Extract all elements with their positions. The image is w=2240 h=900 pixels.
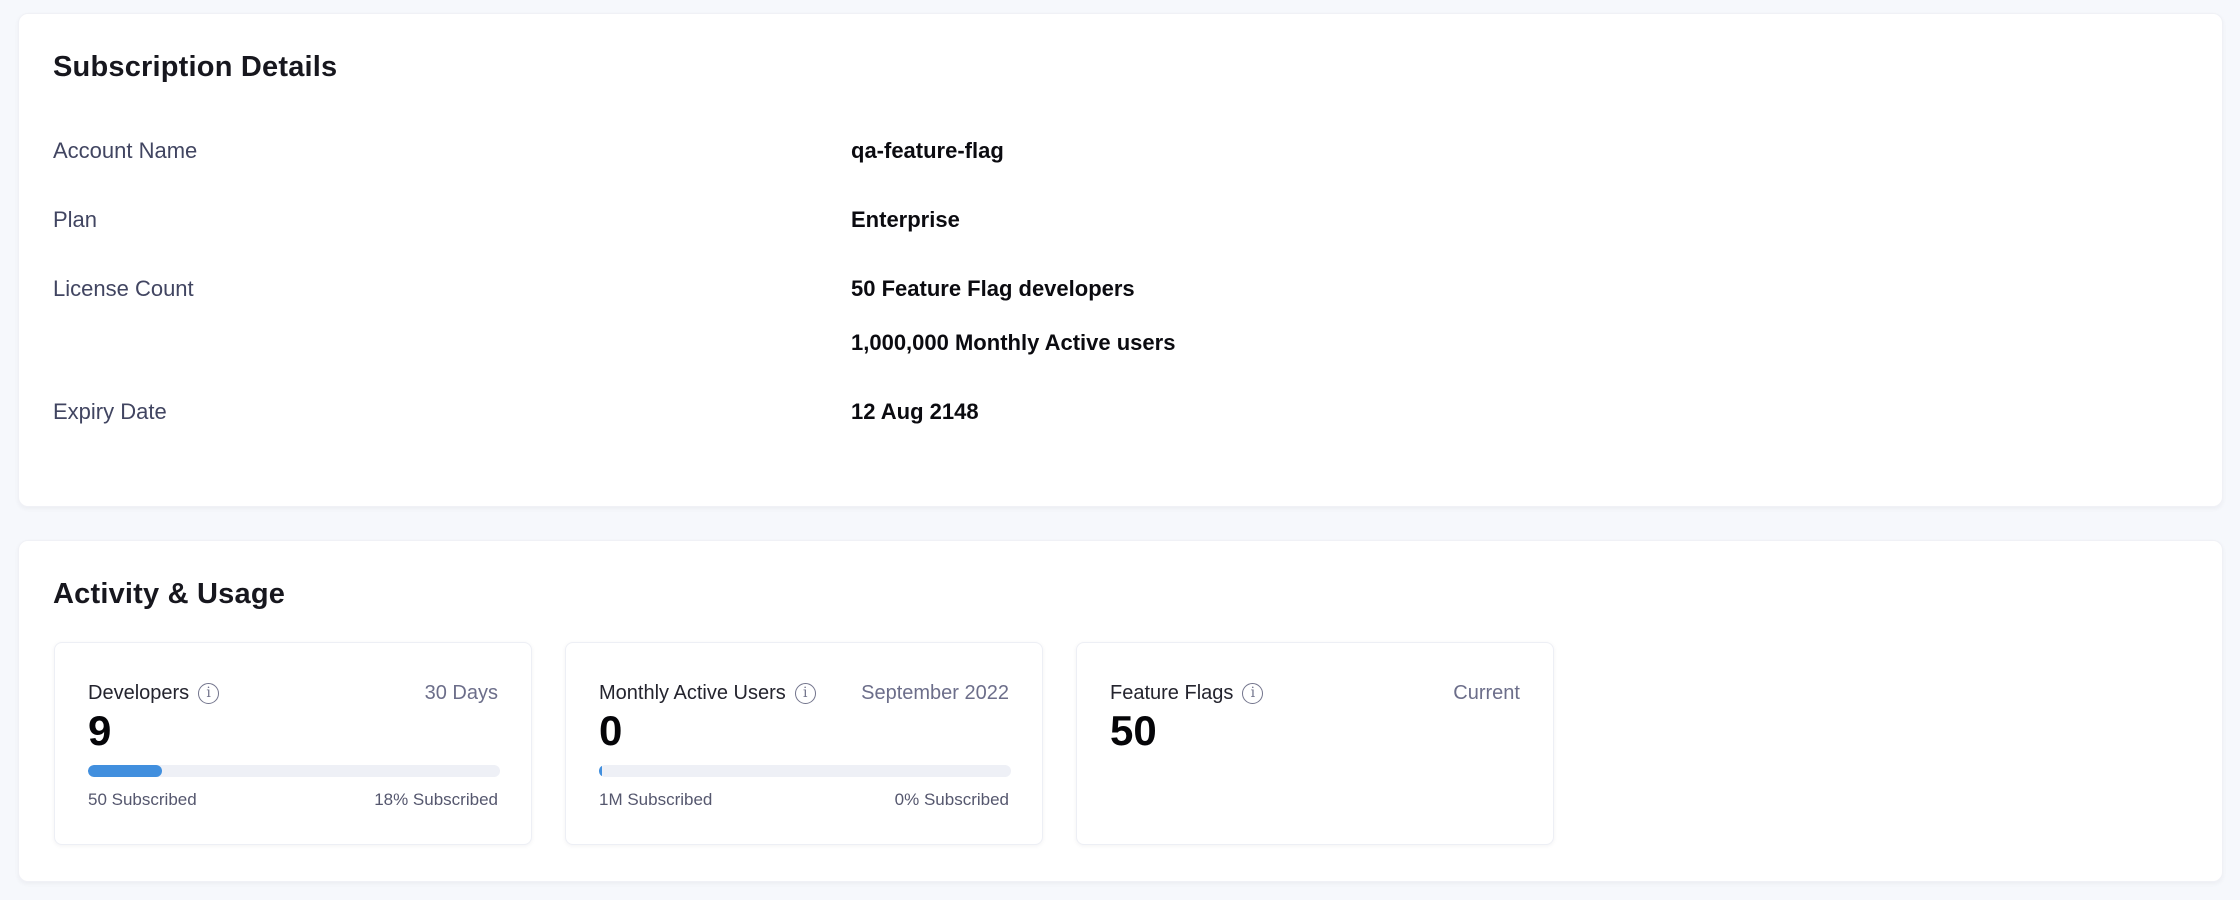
developers-sub-labels: 50 Subscribed 18% Subscribed bbox=[88, 789, 498, 811]
info-icon[interactable]: i bbox=[795, 683, 816, 704]
usage-card-feature-flags: Feature Flags i Current 50 bbox=[1076, 642, 1554, 845]
developers-progress-bar bbox=[88, 765, 500, 777]
mau-count: 0 bbox=[599, 706, 1009, 756]
detail-row-expiry-date: Expiry Date 12 Aug 2148 bbox=[53, 399, 2188, 425]
license-count-value: 50 Feature Flag developers 1,000,000 Mon… bbox=[851, 276, 1175, 356]
info-icon[interactable]: i bbox=[198, 683, 219, 704]
info-icon-glyph: i bbox=[803, 686, 807, 700]
usage-card-developers: Developers i 30 Days 9 50 Subscribed 18%… bbox=[54, 642, 532, 845]
feature-flags-metric-label: Feature Flags bbox=[1110, 681, 1233, 705]
info-icon-glyph: i bbox=[1251, 686, 1255, 700]
usage-card-monthly-active-users: Monthly Active Users i September 2022 0 … bbox=[565, 642, 1043, 845]
account-name-label: Account Name bbox=[53, 138, 851, 164]
expiry-date-label: Expiry Date bbox=[53, 399, 851, 425]
feature-flags-metric: Feature Flags i bbox=[1110, 681, 1263, 705]
expiry-date-value: 12 Aug 2148 bbox=[851, 399, 979, 425]
feature-flags-period-label: Current bbox=[1453, 681, 1520, 705]
license-count-developers: 50 Feature Flag developers bbox=[851, 276, 1175, 302]
usage-card-header: Feature Flags i Current bbox=[1110, 681, 1520, 705]
subscription-page: Subscription Details Account Name qa-fea… bbox=[0, 0, 2240, 900]
feature-flags-count: 50 bbox=[1110, 706, 1520, 756]
subscription-details-card: Subscription Details Account Name qa-fea… bbox=[18, 13, 2223, 507]
developers-subscribed-label: 50 Subscribed bbox=[88, 789, 197, 811]
mau-metric-label: Monthly Active Users bbox=[599, 681, 786, 705]
developers-metric-label: Developers bbox=[88, 681, 189, 705]
subscription-details-title: Subscription Details bbox=[53, 50, 2188, 84]
mau-sub-labels: 1M Subscribed 0% Subscribed bbox=[599, 789, 1009, 811]
usage-card-header: Monthly Active Users i September 2022 bbox=[599, 681, 1009, 705]
detail-row-account-name: Account Name qa-feature-flag bbox=[53, 138, 2188, 164]
info-icon[interactable]: i bbox=[1242, 683, 1263, 704]
mau-period-label: September 2022 bbox=[861, 681, 1009, 705]
usage-card-header: Developers i 30 Days bbox=[88, 681, 498, 705]
plan-value: Enterprise bbox=[851, 207, 960, 233]
detail-row-license-count: License Count 50 Feature Flag developers… bbox=[53, 276, 2188, 356]
developers-period-label: 30 Days bbox=[425, 681, 498, 705]
mau-metric: Monthly Active Users i bbox=[599, 681, 816, 705]
activity-usage-card: Activity & Usage Developers i 30 Days 9 … bbox=[18, 540, 2223, 882]
account-name-value: qa-feature-flag bbox=[851, 138, 1004, 164]
mau-subscribed-label: 1M Subscribed bbox=[599, 789, 712, 811]
developers-percent-label: 18% Subscribed bbox=[374, 789, 498, 811]
usage-cards: Developers i 30 Days 9 50 Subscribed 18%… bbox=[54, 642, 2222, 845]
mau-progress-fill bbox=[599, 765, 602, 777]
info-icon-glyph: i bbox=[206, 686, 210, 700]
mau-percent-label: 0% Subscribed bbox=[895, 789, 1009, 811]
subscription-details-rows: Account Name qa-feature-flag Plan Enterp… bbox=[53, 138, 2188, 425]
developers-count: 9 bbox=[88, 706, 498, 756]
plan-label: Plan bbox=[53, 207, 851, 233]
activity-usage-title: Activity & Usage bbox=[53, 577, 2188, 611]
developers-metric: Developers i bbox=[88, 681, 219, 705]
mau-progress-bar bbox=[599, 765, 1011, 777]
developers-progress-fill bbox=[88, 765, 162, 777]
license-count-mau: 1,000,000 Monthly Active users bbox=[851, 330, 1175, 356]
license-count-label: License Count bbox=[53, 276, 851, 356]
detail-row-plan: Plan Enterprise bbox=[53, 207, 2188, 233]
